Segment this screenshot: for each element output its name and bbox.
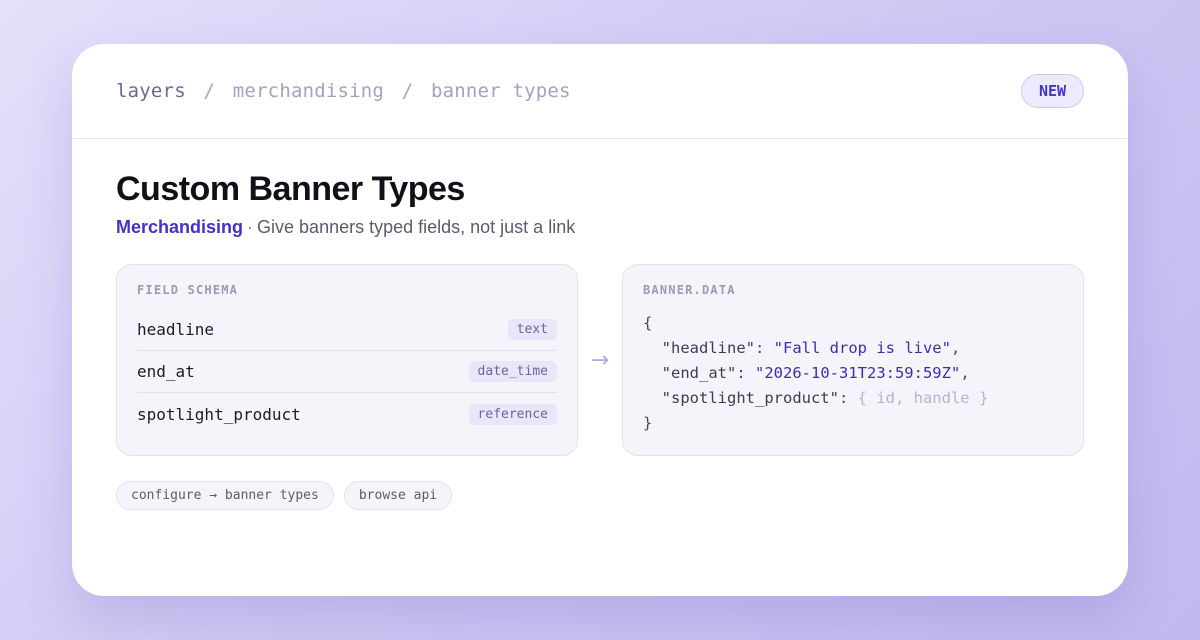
field-schema-title: FIELD SCHEMA <box>137 283 239 297</box>
field-type-tag: date_time <box>468 361 557 382</box>
browse-api-link[interactable]: browse api <box>343 481 453 510</box>
field-type-tag: reference <box>468 403 557 425</box>
subtitle-description: Give banners typed fields, not just a li… <box>257 217 576 237</box>
json-comma: , <box>960 364 970 382</box>
field-row-end-at: end_at date_time <box>137 351 557 393</box>
json-comma: , <box>950 339 961 357</box>
field-type-tag: text <box>507 319 557 340</box>
new-badge: NEW <box>1021 74 1084 108</box>
breadcrumb-item-banner-types: banner types <box>431 80 571 102</box>
field-name: spotlight_product <box>137 404 301 424</box>
json-code-block: { "headline": "Fall drop is live", "end_… <box>643 314 989 432</box>
json-key: "end_at" <box>661 364 737 382</box>
panels-row: FIELD SCHEMA headline text end_at date_t… <box>116 264 1084 456</box>
breadcrumb-separator: / <box>401 80 414 102</box>
feature-card: layers / merchandising / banner types NE… <box>72 44 1128 596</box>
field-row-headline: headline text <box>137 309 557 351</box>
field-row-spotlight-product: spotlight_product reference <box>137 393 557 435</box>
field-list: headline text end_at date_time spotlight… <box>137 309 557 435</box>
subtitle-separator: · <box>247 217 254 237</box>
subtitle: Merchandising · Give banners typed fields,… <box>116 217 1084 238</box>
breadcrumb-item-layers[interactable]: layers <box>116 80 186 102</box>
json-value: "2026-10-31T23:59:59Z" <box>755 364 961 382</box>
breadcrumb-item-merchandising[interactable]: merchandising <box>233 80 384 102</box>
banner-data-title: BANNER.DATA <box>643 283 736 297</box>
field-schema-panel: FIELD SCHEMA headline text end_at date_t… <box>116 264 578 456</box>
page-title: Custom Banner Types <box>116 170 465 208</box>
link-chips: configure → banner types browse api <box>116 481 1084 510</box>
card-body: Custom Banner Types Merchandising · Give b… <box>72 139 1128 510</box>
json-key: "spotlight_product" <box>661 389 839 407</box>
breadcrumb: layers / merchandising / banner types <box>116 80 571 102</box>
category-label: Merchandising <box>116 217 244 237</box>
banner-data-panel: BANNER.DATA { "headline": "Fall drop is … <box>622 264 1084 456</box>
field-name: headline <box>137 320 215 339</box>
json-value-placeholder: { id, handle } <box>857 389 989 407</box>
json-key: "headline" <box>661 339 755 357</box>
json-close-brace: } <box>643 414 653 432</box>
right-arrow-icon: → <box>590 347 610 373</box>
card-header: layers / merchandising / banner types NE… <box>72 44 1128 139</box>
json-open-brace: { <box>643 314 653 332</box>
json-value: "Fall drop is live" <box>773 339 951 357</box>
breadcrumb-separator: / <box>203 80 216 102</box>
field-name: end_at <box>137 362 195 381</box>
configure-banner-types-link[interactable]: configure → banner types <box>116 481 334 510</box>
